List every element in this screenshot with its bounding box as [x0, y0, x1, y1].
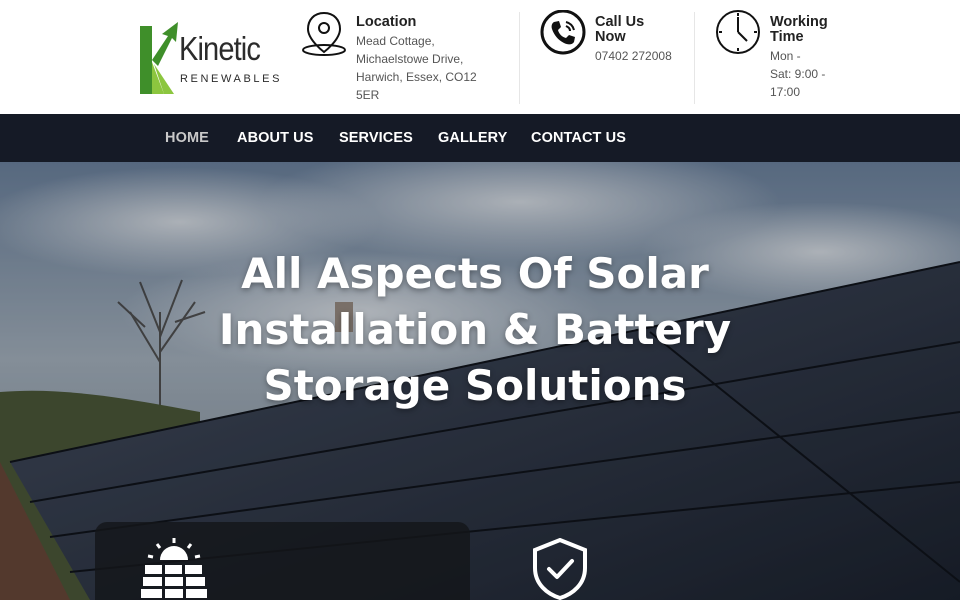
hours-line: Mon - [770, 49, 801, 63]
address-line: 5ER [356, 88, 380, 102]
logo-k-mark-icon [140, 22, 178, 94]
address-line: Michaelstowe Drive, [356, 52, 464, 66]
clock-icon [716, 10, 760, 54]
logo-subtitle: RENEWABLES [180, 73, 283, 85]
working-hours: Mon - Sat: 9:00 - 17:00 [770, 47, 825, 101]
nav-item-contact-us[interactable]: CONTACT US [531, 130, 626, 146]
logo-wordmark: Kinetic [179, 30, 261, 67]
hero-banner: All Aspects Of Solar Installation & Batt… [0, 162, 960, 600]
map-pin-icon [302, 11, 346, 56]
address-line: Harwich, Essex, CO12 [356, 70, 477, 84]
hero-heading-line: All Aspects Of Solar [241, 249, 709, 298]
location-address: Mead Cottage, Michaelstowe Drive, Harwic… [356, 32, 477, 104]
call-info: Call Us Now 07402 272008 [539, 10, 689, 110]
hours-line: 17:00 [770, 85, 801, 99]
phone-icon [540, 10, 586, 55]
call-title: Call Us Now [595, 15, 644, 45]
nav-item-home[interactable]: HOME [165, 130, 209, 146]
hours-title-line: Time [770, 29, 804, 45]
nav-item-services[interactable]: SERVICES [339, 130, 413, 146]
hero-heading-line: Installation & Battery [218, 305, 732, 354]
header-divider [694, 12, 695, 104]
nav-item-gallery[interactable]: GALLERY [438, 130, 507, 146]
header-divider [519, 12, 520, 104]
phone-number-link[interactable]: 07402 272008 [595, 47, 672, 65]
hero-heading: All Aspects Of Solar Installation & Batt… [150, 246, 800, 414]
location-info: Location Mead Cottage, Michaelstowe Driv… [300, 10, 490, 110]
solar-panel-icon [141, 538, 207, 598]
nav-item-about-us[interactable]: ABOUT US [237, 130, 314, 146]
hours-line: Sat: 9:00 - [770, 67, 826, 81]
kinetic-renewables-logo[interactable]: Kinetic RENEWABLES [138, 20, 279, 96]
call-title-line: Call Us [595, 14, 645, 30]
location-title: Location [356, 14, 417, 30]
shield-check-icon [533, 538, 587, 600]
address-line: Mead Cottage, [356, 34, 435, 48]
hours-title-line: Working [770, 14, 828, 30]
site-header: Kinetic RENEWABLES Location Mead Cottage… [0, 0, 960, 114]
main-nav: HOME ABOUT US SERVICES GALLERY CONTACT U… [0, 114, 960, 162]
call-title-line: Now [595, 29, 626, 45]
hero-heading-line: Storage Solutions [263, 361, 687, 410]
working-time-title: Working Time [770, 15, 828, 45]
working-time-info: Working Time Mon - Sat: 9:00 - 17:00 [714, 10, 844, 110]
